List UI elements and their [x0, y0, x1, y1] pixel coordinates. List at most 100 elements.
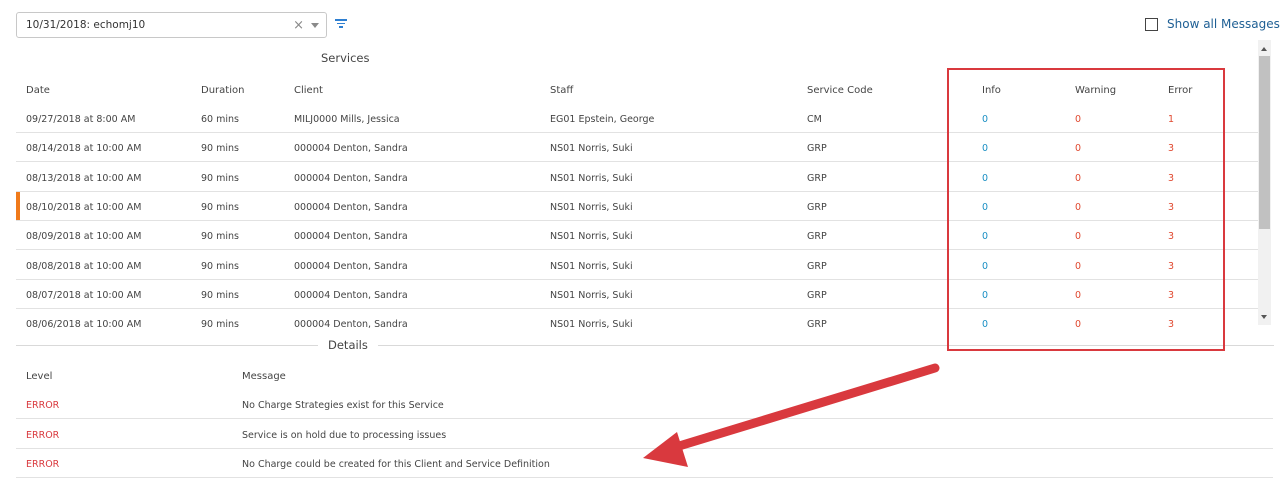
- cell-service-code: GRP: [807, 172, 827, 184]
- cell-error[interactable]: 3: [1168, 231, 1174, 242]
- cell-error[interactable]: 3: [1168, 202, 1174, 213]
- table-row[interactable]: 09/27/2018 at 8:00 AM 60 mins MILJ0000 Mil…: [16, 104, 1258, 133]
- cell-date: 08/10/2018 at 10:00 AM: [26, 201, 142, 213]
- cell-service-code: GRP: [807, 260, 827, 272]
- table-row[interactable]: 08/10/2018 at 10:00 AM 90 mins 000004 Dent…: [16, 191, 1258, 221]
- cell-info[interactable]: 0: [982, 261, 988, 272]
- cell-duration: 90 mins: [201, 201, 239, 213]
- cell-error[interactable]: 3: [1168, 143, 1174, 154]
- column-header-duration[interactable]: Duration: [201, 85, 244, 96]
- details-row[interactable]: ERROR Service is on hold due to processin…: [16, 420, 1273, 449]
- clear-icon[interactable]: ×: [293, 18, 304, 33]
- cell-error[interactable]: 3: [1168, 319, 1174, 328]
- cell-client: 000004 Denton, Sandra: [294, 231, 408, 243]
- details-header-row: Level Message: [16, 361, 1273, 390]
- cell-error[interactable]: 3: [1168, 261, 1174, 272]
- batch-select-value: 10/31/2018: echomj10: [26, 19, 146, 31]
- column-header-warning[interactable]: Warning: [1075, 85, 1116, 96]
- cell-warning[interactable]: 0: [1075, 231, 1081, 242]
- cell-info[interactable]: 0: [982, 202, 988, 213]
- cell-duration: 90 mins: [201, 260, 239, 272]
- table-row[interactable]: 08/07/2018 at 10:00 AM 90 mins 000004 Dent…: [16, 280, 1258, 309]
- cell-service-code: GRP: [807, 201, 827, 213]
- cell-warning[interactable]: 0: [1075, 319, 1081, 328]
- cell-client: 000004 Denton, Sandra: [294, 260, 408, 272]
- table-row[interactable]: 08/06/2018 at 10:00 AM 90 mins 000004 Dent…: [16, 309, 1258, 328]
- table-row[interactable]: 08/13/2018 at 10:00 AM 90 mins 000004 Dent…: [16, 163, 1258, 192]
- column-header-service-code[interactable]: Service Code: [807, 85, 873, 96]
- details-divider: [16, 345, 1274, 346]
- column-header-level: Level: [26, 371, 53, 382]
- batch-select[interactable]: 10/31/2018: echomj10 ×: [16, 12, 327, 38]
- cell-info[interactable]: 0: [982, 114, 988, 125]
- cell-staff: NS01 Norris, Suki: [550, 201, 633, 213]
- services-header-row: Date Duration Client Staff Service Code …: [16, 76, 1258, 104]
- cell-message: Service is on hold due to processing iss…: [242, 429, 447, 441]
- details-title: Details: [318, 338, 378, 352]
- cell-message: No Charge could be created for this Clie…: [242, 459, 550, 470]
- scroll-thumb[interactable]: [1259, 56, 1270, 229]
- filter-icon[interactable]: [335, 18, 347, 28]
- show-all-messages-toggle[interactable]: Show all Messages: [1145, 17, 1280, 31]
- cell-info[interactable]: 0: [982, 143, 988, 154]
- cell-client: 000004 Denton, Sandra: [294, 289, 408, 301]
- column-header-client[interactable]: Client: [294, 85, 323, 96]
- scroll-up-icon[interactable]: [1261, 47, 1267, 51]
- cell-date: 08/13/2018 at 10:00 AM: [26, 172, 142, 184]
- cell-client: 000004 Denton, Sandra: [294, 143, 408, 155]
- cell-error[interactable]: 3: [1168, 290, 1174, 301]
- cell-info[interactable]: 0: [982, 173, 988, 184]
- services-title: Services: [321, 51, 370, 65]
- table-row[interactable]: 08/09/2018 at 10:00 AM 90 mins 000004 Dent…: [16, 221, 1258, 251]
- cell-info[interactable]: 0: [982, 290, 988, 301]
- table-row[interactable]: 08/08/2018 at 10:00 AM 90 mins 000004 Dent…: [16, 251, 1258, 280]
- show-all-messages-label[interactable]: Show all Messages: [1167, 17, 1280, 31]
- cell-level: ERROR: [26, 400, 60, 411]
- cell-duration: 90 mins: [201, 143, 239, 155]
- cell-duration: 60 mins: [201, 114, 239, 125]
- selected-row-marker: [16, 191, 20, 220]
- cell-date: 09/27/2018 at 8:00 AM: [26, 114, 136, 125]
- cell-date: 08/07/2018 at 10:00 AM: [26, 289, 142, 301]
- cell-staff: NS01 Norris, Suki: [550, 143, 633, 155]
- cell-service-code: GRP: [807, 289, 827, 301]
- cell-warning[interactable]: 0: [1075, 114, 1081, 125]
- cell-info[interactable]: 0: [982, 319, 988, 328]
- cell-service-code: GRP: [807, 143, 827, 155]
- scroll-down-icon[interactable]: [1261, 315, 1267, 319]
- cell-message: No Charge Strategies exist for this Serv…: [242, 400, 444, 411]
- cell-warning[interactable]: 0: [1075, 143, 1081, 154]
- cell-level: ERROR: [26, 459, 60, 470]
- column-header-staff[interactable]: Staff: [550, 85, 573, 96]
- cell-warning[interactable]: 0: [1075, 173, 1081, 184]
- cell-warning[interactable]: 0: [1075, 290, 1081, 301]
- cell-warning[interactable]: 0: [1075, 261, 1081, 272]
- cell-staff: NS01 Norris, Suki: [550, 260, 633, 272]
- column-header-error[interactable]: Error: [1168, 85, 1192, 96]
- cell-service-code: CM: [807, 114, 822, 125]
- show-all-messages-checkbox[interactable]: [1145, 17, 1158, 31]
- column-header-date[interactable]: Date: [26, 85, 50, 96]
- cell-client: MILJ0000 Mills, Jessica: [294, 114, 400, 125]
- chevron-down-icon[interactable]: [311, 22, 319, 28]
- cell-staff: NS01 Norris, Suki: [550, 172, 633, 184]
- cell-staff: NS01 Norris, Suki: [550, 231, 633, 243]
- column-header-info[interactable]: Info: [982, 85, 1001, 96]
- cell-duration: 90 mins: [201, 319, 239, 328]
- cell-error[interactable]: 1: [1168, 114, 1174, 125]
- cell-info[interactable]: 0: [982, 231, 988, 242]
- details-row[interactable]: ERROR No Charge could be created for this…: [16, 449, 1273, 478]
- cell-client: 000004 Denton, Sandra: [294, 319, 408, 328]
- cell-warning[interactable]: 0: [1075, 202, 1081, 213]
- cell-service-code: GRP: [807, 319, 827, 328]
- table-row[interactable]: 08/14/2018 at 10:00 AM 90 mins 000004 Dent…: [16, 133, 1258, 163]
- cell-error[interactable]: 3: [1168, 173, 1174, 184]
- cell-date: 08/06/2018 at 10:00 AM: [26, 319, 142, 328]
- services-scrollbar[interactable]: [1258, 40, 1271, 325]
- cell-staff: EG01 Epstein, George: [550, 114, 655, 125]
- cell-date: 08/09/2018 at 10:00 AM: [26, 231, 142, 243]
- cell-client: 000004 Denton, Sandra: [294, 201, 408, 213]
- cell-staff: NS01 Norris, Suki: [550, 319, 633, 328]
- cell-client: 000004 Denton, Sandra: [294, 172, 408, 184]
- details-row[interactable]: ERROR No Charge Strategies exist for this…: [16, 390, 1273, 419]
